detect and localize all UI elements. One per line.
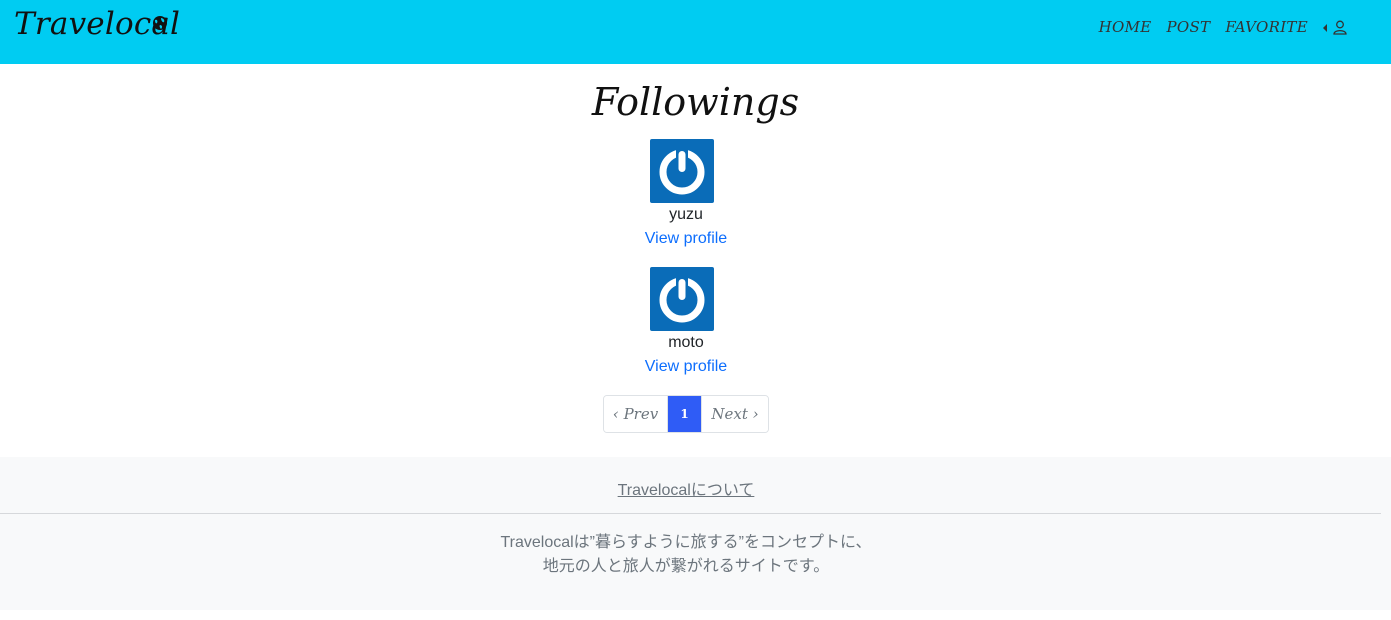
top-navbar: Travelocal HOME POST FAVORITE [0,0,1391,64]
footer: Travelocalについて Travelocalは”暮らすように旅する”をコン… [0,457,1391,610]
footer-description: Travelocalは”暮らすように旅する”をコンセプトに、 地元の人と旅人が繋… [0,531,1372,579]
power-icon [659,275,705,323]
pagination-prev[interactable]: ‹ Prev [604,396,668,432]
footer-about-link[interactable]: Travelocalについて [0,476,1372,500]
nav-links: HOME POST FAVORITE [1099,18,1308,36]
globe-icon [153,16,167,30]
power-icon [659,147,705,195]
nav-link-post[interactable]: POST [1166,18,1210,36]
following-username: moto [668,334,704,351]
pagination-next[interactable]: Next › [701,396,768,432]
nav-link-home[interactable]: HOME [1099,18,1152,36]
user-icon [1333,20,1347,35]
avatar [650,267,714,331]
nav-link-favorite[interactable]: FAVORITE [1225,18,1308,36]
page-title: Followings [591,80,800,124]
avatar [650,139,714,203]
following-username: yuzu [669,206,703,223]
caret-left-icon [1323,23,1327,32]
user-menu-toggle[interactable] [1322,20,1347,35]
pagination-page-1[interactable]: 1 [668,396,701,432]
footer-divider [0,513,1381,514]
view-profile-link[interactable]: View profile [0,230,1372,248]
footer-description-line-2: 地元の人と旅人が繋がれるサイトです。 [542,558,830,575]
pagination: ‹ Prev 1 Next › [603,395,769,433]
footer-description-line-1: Travelocalは”暮らすように旅する”をコンセプトに、 [500,534,872,551]
view-profile-link[interactable]: View profile [0,358,1372,376]
